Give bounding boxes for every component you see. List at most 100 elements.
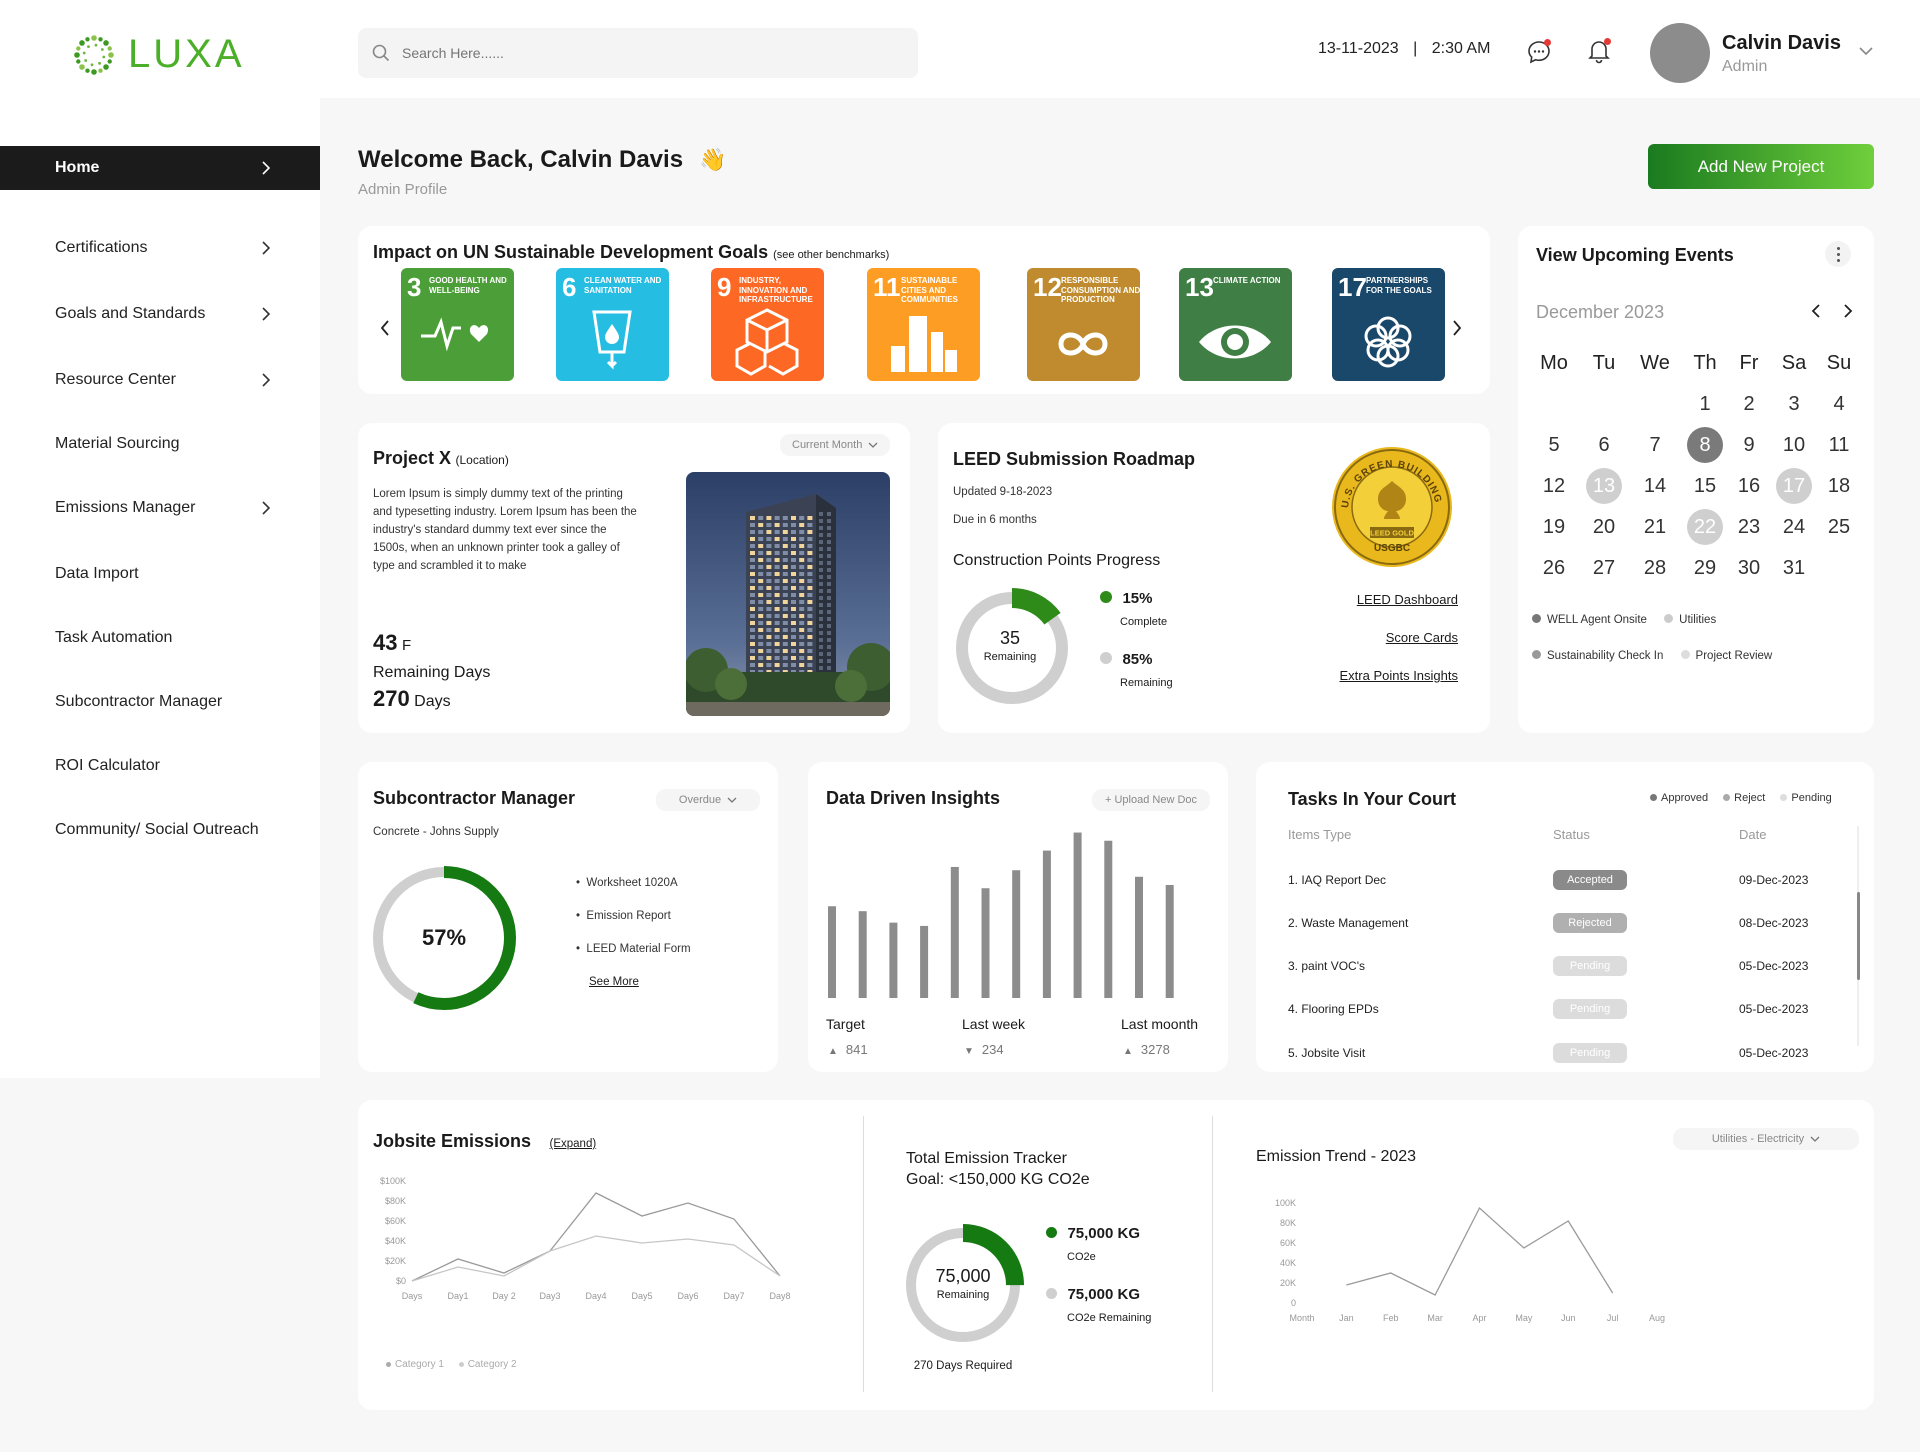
sidebar-item-home[interactable]: Home [0, 146, 320, 190]
sdg-goal-9-tile[interactable]: 9 Industry, Innovation and Infrastructure [711, 268, 824, 381]
calendar-day[interactable]: 1 [1687, 386, 1723, 422]
sdg-goal-6-tile[interactable]: 6 Clean Water and Sanitation [556, 268, 669, 381]
sidebar-item-task-automation[interactable]: Task Automation [0, 616, 320, 660]
sidebar-item-emissions-manager[interactable]: Emissions Manager [0, 486, 320, 530]
search-input[interactable] [402, 45, 882, 61]
sdg-goal-3-tile[interactable]: 3 Good Health and Well-Being [401, 268, 514, 381]
events-more-button[interactable] [1825, 241, 1851, 267]
sdg-goal-12-tile[interactable]: 12 Responsible Consumption and Production [1027, 268, 1140, 381]
subcontractor-title: Subcontractor Manager [373, 788, 576, 808]
add-new-project-button[interactable]: Add New Project [1648, 144, 1874, 189]
calendar-day[interactable]: 27 [1586, 550, 1622, 586]
calendar-day[interactable]: 26 [1536, 550, 1572, 586]
subcontractor-filter-select[interactable]: Overdue [656, 789, 760, 811]
calendar-day[interactable]: 14 [1637, 468, 1673, 504]
sdg-prev-chevron-left-icon[interactable] [380, 319, 390, 337]
score-cards-link[interactable]: Score Cards [1310, 630, 1458, 645]
list-item[interactable]: • LEED Material Form [576, 933, 691, 966]
tracker-title: Total Emission Tracker [906, 1150, 1067, 1167]
project-period-select[interactable]: Current Month [780, 434, 891, 456]
user-menu-chevron-down-icon[interactable] [1858, 46, 1874, 56]
calendar-day[interactable]: 4 [1821, 386, 1857, 422]
calendar-prev-chevron-left-icon[interactable] [1811, 303, 1821, 319]
calendar-day[interactable]: 19 [1536, 509, 1572, 545]
table-row[interactable]: 3. paint VOC's Pending 05-Dec-2023 [1288, 956, 1868, 976]
sdg-goal-13-tile[interactable]: 13 Climate Action [1179, 268, 1292, 381]
calendar-day[interactable]: 8 [1687, 427, 1723, 463]
calendar-day[interactable]: 31 [1776, 550, 1812, 586]
sidebar-item-goals-and-standards[interactable]: Goals and Standards [0, 292, 320, 336]
sdg-goal-label: Good Health and Well-Being [429, 276, 507, 295]
calendar-day[interactable]: 29 [1687, 550, 1723, 586]
calendar-day[interactable]: 15 [1687, 468, 1723, 504]
calendar-day[interactable]: 16 [1731, 468, 1767, 504]
calendar-day[interactable]: 6 [1586, 427, 1622, 463]
table-row[interactable]: 1. IAQ Report Dec Accepted 09-Dec-2023 [1288, 870, 1868, 890]
sidebar-item-certifications[interactable]: Certifications [0, 226, 320, 270]
sdg-next-chevron-right-icon[interactable] [1452, 319, 1462, 337]
arrow-down-icon: ▼ [964, 1046, 974, 1057]
calendar-day[interactable]: 25 [1821, 509, 1857, 545]
logo[interactable]: LUXA [72, 32, 245, 77]
calendar-day[interactable]: 2 [1731, 386, 1767, 422]
calendar-day[interactable]: 22 [1687, 509, 1723, 545]
notifications-button[interactable] [1584, 36, 1614, 66]
current-date: 13-11-2023 [1318, 40, 1399, 57]
table-row[interactable]: 5. Jobsite Visit Pending 05-Dec-2023 [1288, 1043, 1868, 1063]
jobsite-expand-link[interactable]: (Expand) [550, 1138, 597, 1150]
calendar-day[interactable]: 23 [1731, 509, 1767, 545]
calendar-day[interactable]: 9 [1731, 427, 1767, 463]
svg-text:USGBC: USGBC [1374, 543, 1410, 554]
sidebar-item-subcontractor-manager[interactable]: Subcontractor Manager [0, 680, 320, 724]
stat-label: Last week [962, 1016, 1026, 1032]
calendar-day[interactable]: 21 [1637, 509, 1673, 545]
bar [920, 925, 929, 998]
avatar[interactable] [1650, 23, 1710, 83]
sdg-benchmarks-link[interactable]: (see other benchmarks) [773, 249, 889, 261]
tasks-scrollbar-thumb[interactable] [1857, 892, 1860, 980]
calendar-day[interactable]: 28 [1637, 550, 1673, 586]
sdg-goal-11-tile[interactable]: 11 Sustainable Cities and Communities [867, 268, 980, 381]
calendar-day[interactable]: 13 [1586, 468, 1622, 504]
stat-last-week: Last week ▼ 234 [962, 1016, 1025, 1057]
sidebar-item-resource-center[interactable]: Resource Center [0, 358, 320, 402]
status-badge: Rejected [1553, 913, 1627, 933]
table-row[interactable]: 4. Flooring EPDs Pending 05-Dec-2023 [1288, 999, 1868, 1019]
y-tick-label: $80K [385, 1196, 406, 1206]
table-row[interactable]: 2. Waste Management Rejected 08-Dec-2023 [1288, 913, 1868, 933]
leed-dashboard-link[interactable]: LEED Dashboard [1310, 592, 1458, 607]
calendar-day[interactable]: 17 [1776, 468, 1812, 504]
sidebar-item-roi-calculator[interactable]: ROI Calculator [0, 744, 320, 788]
sdg-goal-17-tile[interactable]: 17 Partnerships for the Goals [1332, 268, 1445, 381]
sdg-goal-6-icon [592, 310, 632, 370]
sdg-goal-number: 9 [717, 272, 732, 302]
calendar-day[interactable]: 12 [1536, 468, 1572, 504]
calendar-day[interactable]: 18 [1821, 468, 1857, 504]
messages-button[interactable] [1524, 37, 1554, 67]
insights-title: Data Driven Insights [826, 788, 1001, 808]
calendar-day[interactable]: 20 [1586, 509, 1622, 545]
list-item[interactable]: • Worksheet 1020A [576, 867, 691, 900]
weekday-header: Sa [1781, 352, 1807, 374]
calendar-day[interactable]: 10 [1776, 427, 1812, 463]
sidebar-item-data-import[interactable]: Data Import [0, 552, 320, 596]
calendar-day[interactable]: 11 [1821, 427, 1857, 463]
calendar-day[interactable]: 30 [1731, 550, 1767, 586]
sidebar-item-material-sourcing[interactable]: Material Sourcing [0, 422, 320, 466]
series-line [411, 1235, 781, 1282]
list-item[interactable]: • Emission Report [576, 900, 691, 933]
current-time: 2:30 AM [1431, 40, 1491, 57]
sdg-goal-number: 6 [562, 272, 577, 302]
calendar-day[interactable]: 3 [1776, 386, 1812, 422]
calendar-next-chevron-right-icon[interactable] [1843, 303, 1853, 319]
trend-filter-select[interactable]: Utilities - Electricity [1673, 1128, 1859, 1150]
calendar-day[interactable]: 5 [1536, 427, 1572, 463]
bar [889, 922, 898, 998]
calendar-day[interactable]: 24 [1776, 509, 1812, 545]
upload-new-doc-button[interactable]: + Upload New Doc [1092, 789, 1210, 811]
extra-points-insights-link[interactable]: Extra Points Insights [1300, 668, 1459, 683]
sidebar-item-community-social-outreach[interactable]: Community/ Social Outreach [0, 808, 320, 852]
search-bar[interactable] [358, 28, 918, 78]
see-more-link[interactable]: See More [576, 966, 691, 999]
calendar-day[interactable]: 7 [1637, 427, 1673, 463]
